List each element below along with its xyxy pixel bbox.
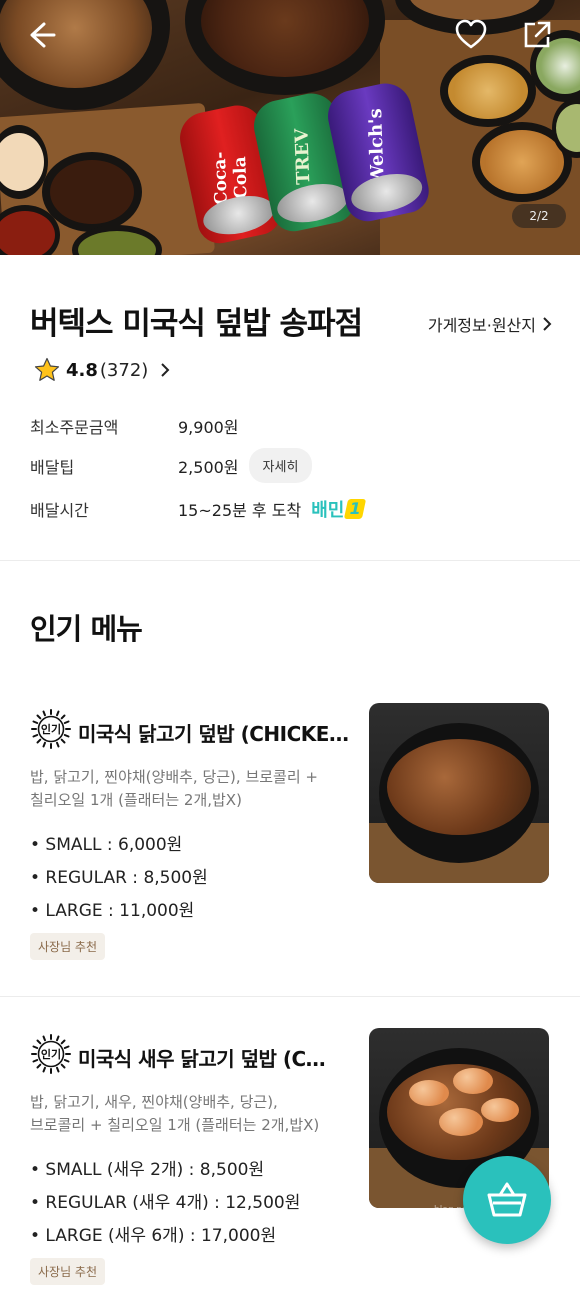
food-bowl [0,0,170,110]
popular-badge-icon: 인기 [31,709,71,749]
rating-score: 4.8 [66,359,98,381]
baemin-label: 배민 [311,500,345,521]
delivery-time-row: 배달시간 15~25분 후 도착 배민 1 [30,496,367,522]
owner-recommend-tag: 사장님 추천 [30,1258,106,1285]
menu-description: 밥, 닭고기, 찐야채(양배추, 당근), 브로콜리 + 칠리오일 1개 (플래… [30,768,318,809]
price-option-small: • SMALL (새우 2개) : 8,500원 [30,1160,265,1180]
menu-name: 미국식 닭고기 덮밥 (CHICKEN… [78,722,353,746]
share-icon[interactable] [520,18,554,52]
rating-summary[interactable]: 4.8 (372) [34,357,170,383]
svg-text:인기: 인기 [41,722,61,736]
delivery-tip-row: 배달팁 2,500원 자세히 [30,448,313,483]
back-arrow-icon[interactable] [24,18,58,52]
menu-description: 밥, 닭고기, 새우, 찐야채(양배추, 당근), 브로콜리 + 칠리오일 1개… [30,1093,320,1134]
menu-image [369,703,549,883]
svg-text:인기: 인기 [41,1047,61,1061]
chevron-right-icon [161,363,170,377]
menu-name: 미국식 새우 닭고기 덮밥 (C… [78,1047,326,1071]
store-info-label: 가게정보·원산지 [427,316,536,335]
popular-badge-icon: 인기 [31,1034,71,1074]
min-order-label: 최소주문금액 [30,418,119,437]
sauce-bowl [42,152,142,232]
delivery-tip-value: 2,500원 [178,457,239,477]
price-option-large: • LARGE : 11,000원 [30,901,195,921]
popular-menu-title: 인기 메뉴 [30,612,143,646]
menu-divider [0,996,580,997]
section-divider [0,560,580,561]
store-name: 버텍스 미국식 덮밥 송파점 [30,306,363,342]
delivery-tip-detail-button[interactable]: 자세히 [248,448,313,483]
price-option-small: • SMALL : 6,000원 [30,835,183,855]
heart-icon[interactable] [454,18,488,52]
min-order-row: 최소주문금액 9,900원 [30,414,239,438]
store-hero-image[interactable]: Coca-Cola TREV Welch's 2/2 [0,0,580,255]
chevron-right-icon [543,317,552,331]
cart-button[interactable] [463,1156,551,1244]
menu-item[interactable]: 인기 미국식 닭고기 덮밥 (CHICKEN… 밥, 닭고기, 찐야채(양배추,… [0,700,580,980]
delivery-tip-label: 배달팁 [30,457,75,477]
store-info-link[interactable]: 가게정보·원산지 [428,312,552,336]
owner-recommend-tag: 사장님 추천 [30,933,106,960]
price-option-regular: • REGULAR : 8,500원 [30,868,208,888]
baemin-one-mark: 1 [344,499,367,519]
review-count: (372) [99,359,149,381]
delivery-time-value: 15~25분 후 도착 [178,501,302,520]
baemin-one-badge: 배민 1 [311,496,367,522]
food-bowl [185,0,385,95]
price-option-regular: • REGULAR (새우 4개) : 12,500원 [30,1193,301,1213]
shopping-basket-icon [487,1182,527,1217]
price-option-large: • LARGE (새우 6개) : 17,000원 [30,1226,277,1246]
image-page-indicator: 2/2 [512,204,566,228]
delivery-time-label: 배달시간 [30,501,89,520]
topping-bowl [440,55,536,127]
min-order-value: 9,900원 [178,418,239,437]
star-icon [34,357,60,381]
